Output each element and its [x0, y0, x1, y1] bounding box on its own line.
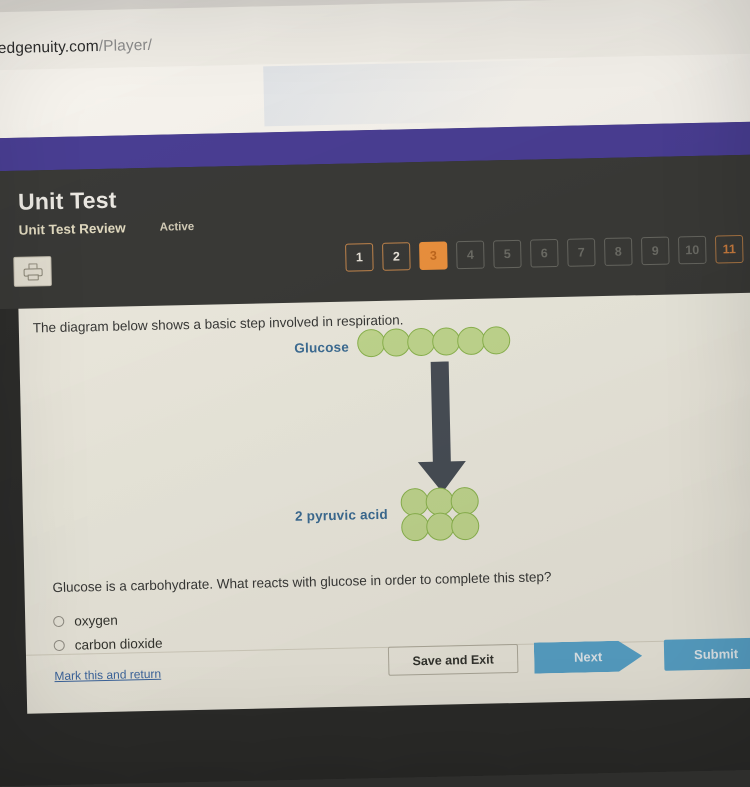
option-label: carbon dioxide [74, 635, 163, 653]
status-badge: Active [159, 220, 195, 234]
browser-chrome: arn.edgenuity.com/Player/ [0, 0, 750, 139]
question-nav-item-10[interactable]: 10 [677, 235, 707, 265]
question-nav-item-2[interactable]: 2 [382, 242, 411, 271]
respiration-diagram: Glucose 2 pyruvic acid [18, 292, 750, 574]
glucose-molecule [356, 328, 386, 358]
question-nav-item-6[interactable]: 6 [530, 238, 559, 268]
question-nav-item-9[interactable]: 9 [640, 236, 670, 266]
radio-button[interactable] [53, 639, 65, 652]
glucose-molecule-row [356, 326, 511, 358]
pyruvic-acid-label: 2 pyruvic acid [294, 506, 388, 524]
url-host: arn.edgenuity.com [0, 37, 99, 58]
question-nav-item-8[interactable]: 8 [604, 237, 633, 266]
option-row[interactable]: oxygen [53, 612, 162, 629]
question-nav-item-11[interactable]: 11 [714, 234, 744, 264]
browser-tab-strip [0, 0, 750, 13]
assignment-subtitle: Unit Test Review [18, 220, 126, 238]
question-nav-item-1[interactable]: 1 [345, 243, 374, 272]
glucose-label: Glucose [294, 339, 350, 356]
screen-photo: arn.edgenuity.com/Player/ Unit Test Unit… [0, 0, 750, 787]
question-panel: The diagram below shows a basic step inv… [18, 292, 750, 714]
question-nav[interactable]: 1 2 3 4 5 6 7 8 9 10 11 [345, 234, 744, 272]
save-and-exit-button[interactable]: Save and Exit [387, 643, 519, 676]
question-nav-item-5[interactable]: 5 [493, 239, 522, 269]
app-header: Unit Test Unit Test Review Active 123456… [0, 154, 750, 310]
option-label: oxygen [74, 612, 118, 629]
url-text: arn.edgenuity.com/Player/ [0, 37, 152, 59]
question-nav-item-3[interactable]: 3 [419, 241, 448, 271]
pyruvic-molecule [450, 511, 480, 541]
print-button[interactable] [13, 256, 52, 287]
question-nav-item-7[interactable]: 7 [567, 238, 596, 267]
pyruvic-molecule-grid [400, 486, 480, 542]
question-nav-item-4[interactable]: 4 [456, 240, 485, 270]
next-button[interactable]: Next [534, 640, 643, 673]
radio-button[interactable] [53, 615, 65, 628]
answer-options[interactable]: oxygen carbon dioxide [53, 612, 163, 653]
down-arrow-icon [412, 361, 471, 497]
url-path: /Player/ [98, 36, 153, 55]
question-text: Glucose is a carbohydrate. What reacts w… [52, 569, 552, 596]
printer-icon [23, 262, 43, 281]
option-row[interactable]: carbon dioxide [53, 635, 163, 653]
glucose-molecule [431, 327, 461, 356]
pyruvic-molecule [400, 512, 430, 542]
page-title: Unit Test [17, 186, 117, 215]
header-subrow: Unit Test Review Active [18, 219, 195, 238]
submit-button[interactable]: Submit [663, 637, 750, 671]
mark-this-and-return-link[interactable]: Mark this and return [54, 667, 161, 683]
glucose-molecule [481, 326, 511, 355]
